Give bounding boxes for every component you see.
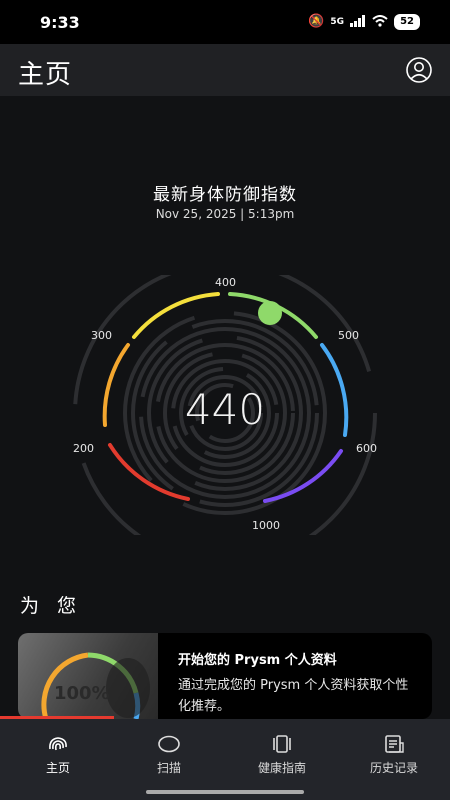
tick-200: 200 xyxy=(73,442,94,455)
app-bar: 主页 xyxy=(0,44,450,96)
nav-label-health-guide: 健康指南 xyxy=(257,761,306,775)
bottom-navigation: 主页 扫描 健康指南 历史记录 xyxy=(0,719,450,800)
network-label: 5G xyxy=(330,16,345,27)
gauge-indicator xyxy=(258,301,282,325)
cards-icon xyxy=(273,735,291,753)
scan-timestamp: Nov 25, 2025 | 5:13pm xyxy=(155,207,295,221)
profile-button[interactable] xyxy=(406,57,432,83)
history-icon xyxy=(385,735,404,753)
card-title: 开始您的 Prysm 个人资料 xyxy=(178,653,337,668)
card-description: 通过完成您的 Prysm 个人资料获取个性化推荐。 xyxy=(178,678,409,714)
profile-setup-card[interactable]: 100% 开始您的 Prysm 个人资料 通过完成您的 Prysm 个人资料获取… xyxy=(18,633,432,719)
nav-item-scan[interactable]: 扫描 xyxy=(113,719,225,779)
tick-300: 300 xyxy=(91,329,112,342)
page-title: 主页 xyxy=(18,60,73,90)
status-time: 9:33 xyxy=(40,13,80,32)
user-icon xyxy=(406,57,432,83)
battery-indicator: 52 xyxy=(394,13,420,30)
nav-item-home[interactable]: 主页 xyxy=(2,719,114,779)
home-indicator xyxy=(146,790,304,794)
thumbnail-percent: 100% xyxy=(54,683,110,704)
status-icons: 🔕 5G 52 xyxy=(308,12,420,31)
scan-oval-icon xyxy=(158,735,180,753)
score-value: 440 xyxy=(184,385,266,434)
for-you-heading: 为 您 xyxy=(20,595,83,617)
nav-label-history: 历史记录 xyxy=(369,761,418,775)
tick-600: 600 xyxy=(356,442,377,455)
status-bar: 9:33 🔕 5G 52 xyxy=(0,0,450,44)
defense-index-gauge: 440 400 500 600 1000 200 300 xyxy=(60,275,390,535)
thumbnail-gauge-graphic xyxy=(41,652,150,719)
tick-400: 400 xyxy=(215,276,236,289)
section-title: 最新身体防御指数 xyxy=(153,185,297,205)
nav-item-health-guide[interactable]: 健康指南 xyxy=(226,719,338,779)
mute-icon: 🔕 xyxy=(308,14,325,29)
signal-icon xyxy=(350,12,366,31)
nav-label-scan: 扫描 xyxy=(156,761,181,775)
nav-item-history[interactable]: 历史记录 xyxy=(338,719,450,779)
nav-label-home: 主页 xyxy=(45,761,70,775)
fingerprint-icon xyxy=(49,737,67,751)
tick-500: 500 xyxy=(338,329,359,342)
card-thumbnail: 100% xyxy=(18,633,158,719)
wifi-icon xyxy=(372,12,388,31)
tick-1000: 1000 xyxy=(252,519,280,532)
